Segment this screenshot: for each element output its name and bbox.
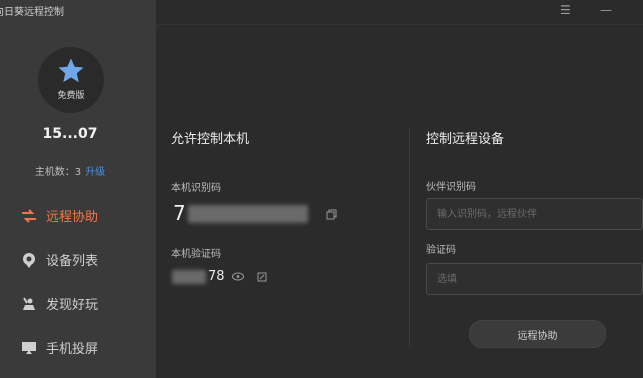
partner-id-label: 伙伴识别码	[426, 182, 476, 193]
section-divider	[409, 128, 410, 346]
phone-cast-icon	[20, 339, 38, 357]
star-icon	[58, 58, 84, 82]
partner-id-input[interactable]	[426, 198, 643, 230]
remote-assist-icon	[20, 207, 38, 225]
sidebar: 向日葵远程控制 免费版 15...07 主机数：3 升级 远程协助 设备列表 发现…	[0, 0, 156, 378]
sidebar-item-discover[interactable]: 发现好玩	[20, 294, 98, 313]
edit-icon[interactable]	[257, 272, 267, 285]
sidebar-item-label: 设备列表	[46, 254, 99, 269]
account-level: 免费版	[57, 90, 85, 101]
verify-code-redaction	[172, 270, 206, 284]
sidebar-item-label: 发现好玩	[46, 298, 99, 313]
local-id-value: 7	[173, 201, 187, 225]
verify-code-input[interactable]	[426, 263, 643, 295]
app-title: 向日葵远程控制	[0, 7, 64, 18]
device-list-icon	[20, 251, 38, 269]
verify-input-label: 验证码	[426, 245, 456, 256]
discover-icon	[20, 295, 38, 313]
control-remote-title: 控制远程设备	[426, 132, 505, 147]
sidebar-item-phone-cast[interactable]: 手机投屏	[20, 338, 98, 357]
menu-icon[interactable]: ☰	[560, 3, 571, 17]
account-name: 15...07	[42, 126, 98, 142]
host-count-text: 主机数：3	[34, 167, 82, 178]
remote-assist-button[interactable]: 远程协助	[469, 320, 606, 348]
avatar[interactable]: 免费版	[38, 47, 104, 113]
allow-control-title: 允许控制本机	[171, 132, 250, 147]
main-panel: ☰ — 允许控制本机 本机识别码 7 本机验证码 78 控制远程设备 伙伴识别码…	[156, 0, 643, 378]
minimize-icon[interactable]: —	[600, 3, 612, 17]
sidebar-item-device-list[interactable]: 设备列表	[20, 250, 98, 269]
verify-code-label: 本机验证码	[171, 249, 221, 260]
title-bar: ☰ —	[156, 0, 643, 25]
host-count: 主机数：3 升级	[0, 163, 140, 178]
sidebar-item-remote-assist[interactable]: 远程协助	[20, 206, 98, 225]
local-id-label: 本机识别码	[171, 183, 221, 194]
eye-icon[interactable]	[232, 272, 244, 284]
sidebar-item-label: 远程协助	[46, 210, 99, 225]
local-id-redaction	[188, 205, 308, 223]
upgrade-link[interactable]: 升级	[85, 167, 105, 178]
copy-icon[interactable]	[326, 209, 337, 223]
verify-code-value: 78	[208, 269, 225, 284]
sidebar-item-label: 手机投屏	[46, 342, 99, 357]
